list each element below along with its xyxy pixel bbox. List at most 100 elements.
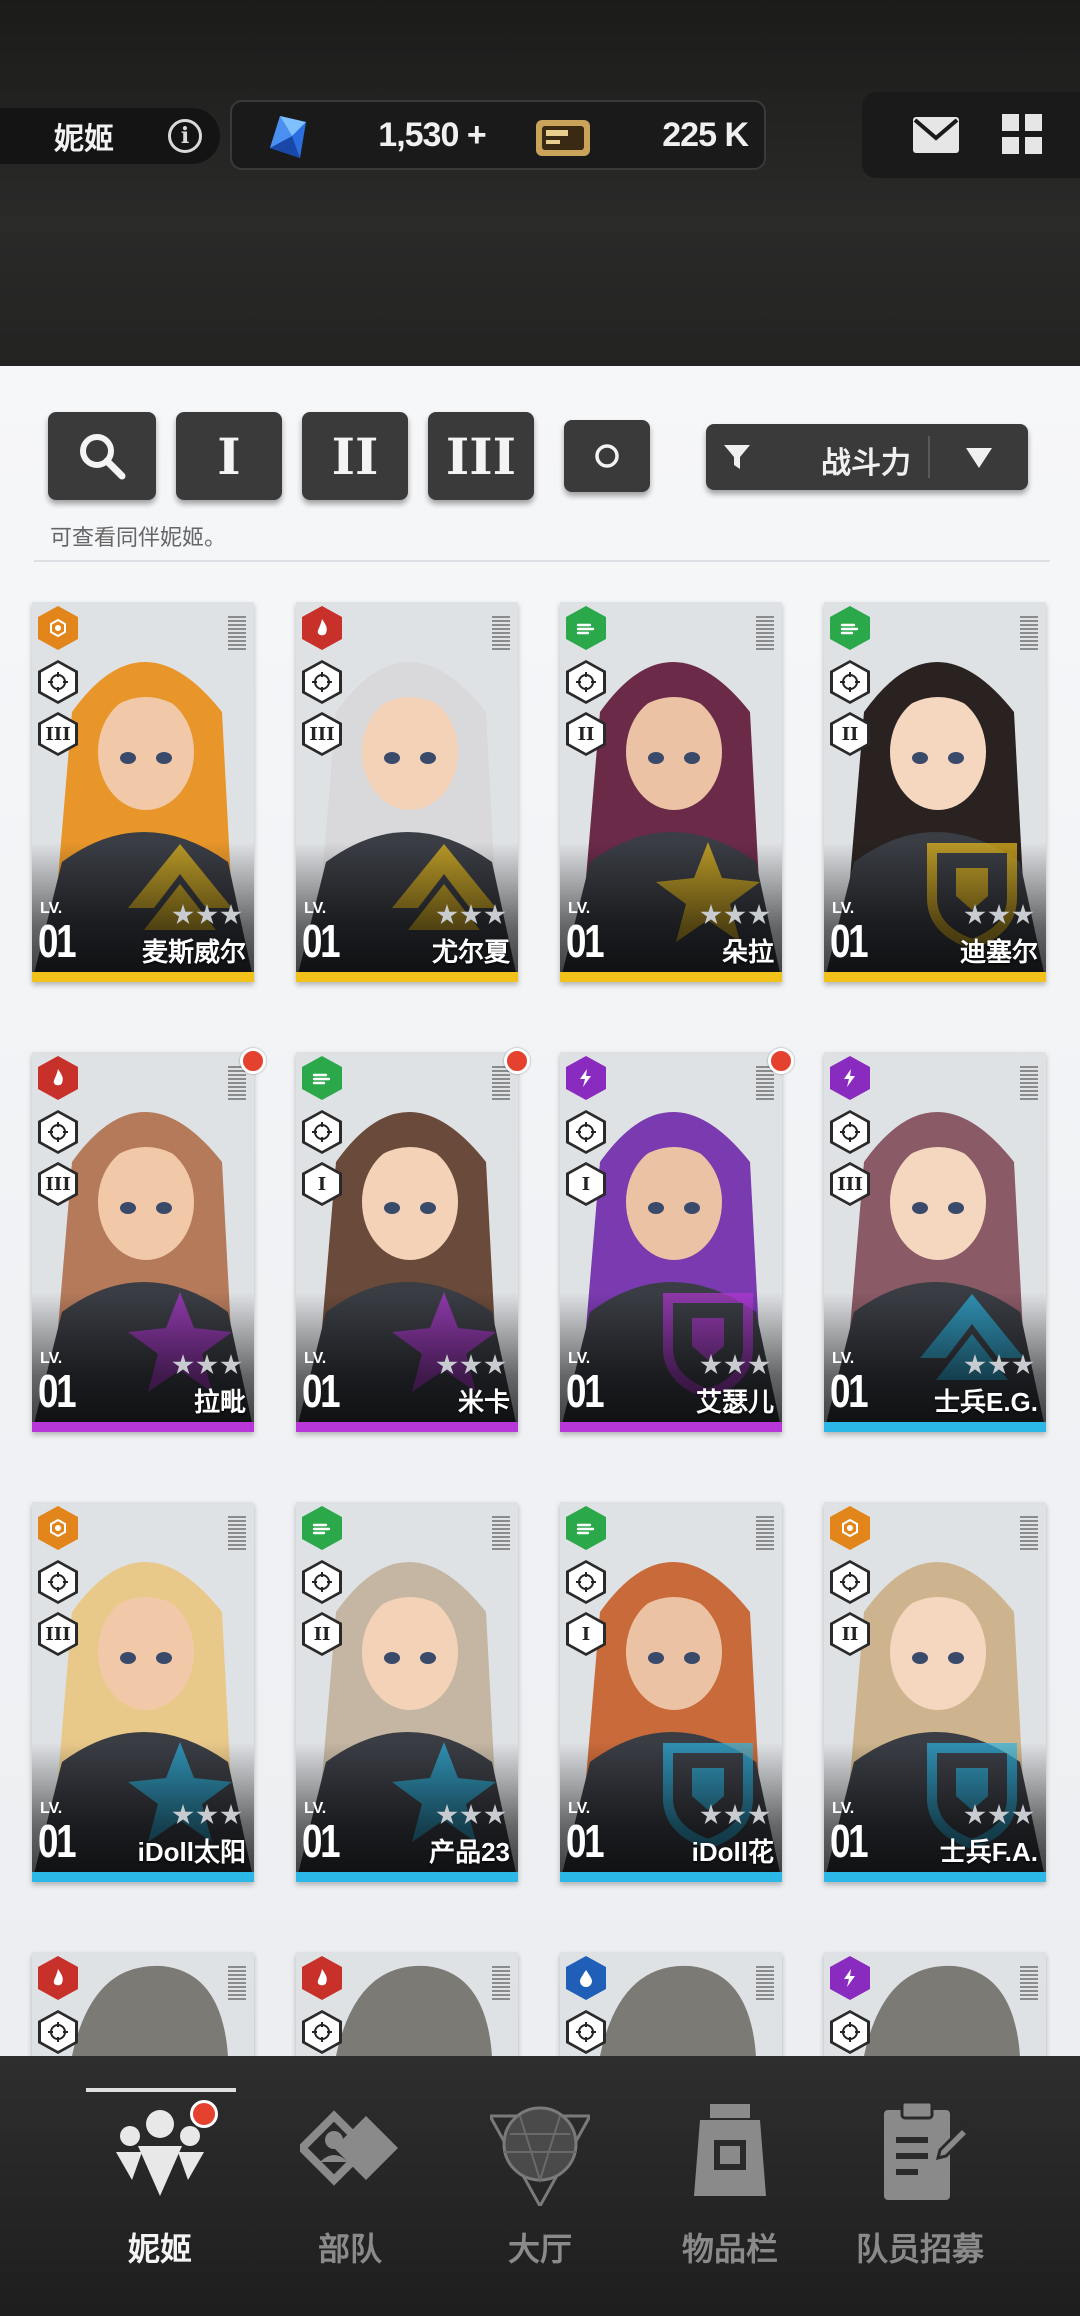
star-rating [964,1354,1034,1376]
rarity-bar [296,1872,518,1882]
star-rating [964,1804,1034,1826]
star-icon [964,904,986,925]
star-icon [436,904,458,925]
nikke-card-partial[interactable] [824,1952,1046,2056]
character-name: 艾瑟儿 [695,1387,774,1417]
character-name: 士兵F.A. [939,1837,1038,1867]
sort-dropdown[interactable]: 战斗力 [706,424,1028,490]
rarity-bar [824,1422,1046,1432]
rarity-bar [32,1422,254,1432]
new-badge-dot [240,1048,266,1074]
star-rating [172,1804,242,1826]
star-rating [436,1804,506,1826]
nav-tab-nikke[interactable]: 妮姬 [65,2056,255,2316]
header-right-buttons [862,92,1080,178]
circle-icon [595,444,619,468]
nav-tab-lobby[interactable]: 大厅 [445,2056,635,2316]
level-value: 01 [566,915,605,967]
nikke-card-partial[interactable] [560,1952,782,2056]
star-icon [436,1804,458,1825]
nikke-card[interactable]: III LV. 01 尤尔夏 [296,602,518,982]
rarity-bar [32,1872,254,1882]
nav-tab-inventory[interactable]: 物品栏 [635,2056,825,2316]
barcode-decoration [228,1066,246,1100]
nikke-card[interactable]: I LV. 01 艾瑟儿 [560,1052,782,1432]
nikke-card[interactable]: III LV. 01 iDoll太阳 [32,1502,254,1882]
barcode-decoration [756,616,774,650]
level-value: 01 [830,1815,869,1867]
nikke-card[interactable]: I LV. 01 iDoll花 [560,1502,782,1882]
star-icon [724,904,746,925]
level-value: 01 [38,915,77,967]
nav-label: 队员招募 [855,2231,984,2267]
star-icon [964,1354,986,1375]
nikke-card[interactable]: II LV. 01 朵拉 [560,602,782,982]
star-icon [196,904,218,925]
star-icon [172,1804,194,1825]
barcode-decoration [228,616,246,650]
new-badge-dot [768,1048,794,1074]
nav-tab-squad[interactable]: 部队 [255,2056,445,2316]
character-name: 产品23 [429,1837,510,1867]
rarity-bar [560,972,782,982]
bottom-navigation: 妮姬 部队 大厅 物品栏 队员招募 [0,2056,1080,2316]
barcode-decoration [756,1066,774,1100]
barcode-decoration [756,1966,774,2000]
nikke-card[interactable]: II LV. 01 迪塞尔 [824,602,1046,982]
star-icon [748,904,770,925]
search-icon [80,434,126,480]
star-icon [436,1354,458,1375]
barcode-decoration [228,1516,246,1550]
star-icon [196,1354,218,1375]
divider [34,560,1050,562]
nikke-card[interactable]: II LV. 01 产品23 [296,1502,518,1882]
mail-icon[interactable] [912,116,960,154]
inventory-icon [694,2104,766,2196]
gem-amount: 1,530 + [378,116,487,154]
level-value: 01 [302,1815,341,1867]
filter-burst-2-button[interactable]: II [302,412,408,500]
filter-all-burst-button[interactable] [564,420,650,492]
chevron-down-icon [966,448,992,468]
star-icon [700,1804,722,1825]
star-icon [172,1354,194,1375]
gem-plus-button[interactable]: + [467,116,487,154]
barcode-decoration [1020,616,1038,650]
page-title: 妮姬 [54,123,114,156]
nikke-card[interactable]: III LV. 01 士兵E.G. [824,1052,1046,1432]
filter-burst-3-button[interactable]: III [428,412,534,500]
star-rating [436,1354,506,1376]
rarity-bar [32,972,254,982]
search-button[interactable] [48,412,156,500]
credit-card-icon [536,120,590,156]
star-icon [220,904,242,925]
star-rating [700,904,770,926]
star-icon [484,1354,506,1375]
star-rating [964,904,1034,926]
grid-menu-icon[interactable] [1002,114,1042,154]
barcode-decoration [756,1516,774,1550]
nikke-card[interactable]: I LV. 01 米卡 [296,1052,518,1432]
character-name: 士兵E.G. [933,1387,1038,1417]
star-icon [964,1804,986,1825]
nikke-card[interactable]: III LV. 01 拉毗 [32,1052,254,1432]
star-rating [700,1804,770,1826]
info-icon[interactable]: i [168,119,202,153]
star-rating [436,904,506,926]
nikke-card[interactable]: II LV. 01 士兵F.A. [824,1502,1046,1882]
star-icon [460,1354,482,1375]
level-value: 01 [566,1815,605,1867]
filter-burst-1-button[interactable]: I [176,412,282,500]
lobby-icon [490,2106,590,2206]
nikke-card-partial[interactable] [32,1952,254,2056]
rarity-bar [560,1872,782,1882]
sort-divider [928,436,930,478]
nikke-card-partial[interactable] [296,1952,518,2056]
character-name: 拉毗 [193,1387,246,1417]
barcode-decoration [1020,1516,1038,1550]
star-rating [172,1354,242,1376]
nikke-card[interactable]: III LV. 01 麦斯威尔 [32,602,254,982]
nav-label: 物品栏 [681,2231,778,2267]
nav-nikke-badge [190,2100,218,2128]
nav-tab-recruit[interactable]: 队员招募 [825,2056,1015,2316]
